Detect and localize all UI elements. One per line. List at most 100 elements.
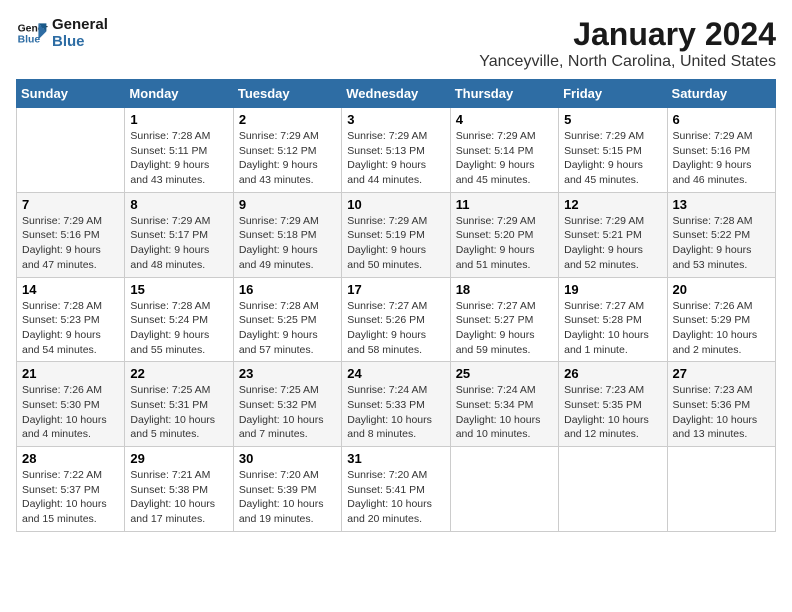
day-number: 21 <box>22 366 119 381</box>
day-number: 1 <box>130 112 227 127</box>
logo-line1: General <box>52 16 108 33</box>
day-cell: 28 Sunrise: 7:22 AM Sunset: 5:37 PM Dayli… <box>17 447 125 532</box>
day-number: 6 <box>673 112 770 127</box>
day-number: 18 <box>456 282 553 297</box>
day-cell: 4Sunrise: 7:29 AM Sunset: 5:14 PM Daylig… <box>450 108 558 193</box>
day-cell <box>667 447 775 532</box>
day-number: 24 <box>347 366 444 381</box>
day-info: Sunrise: 7:25 AM Sunset: 5:31 PM Dayligh… <box>130 383 227 442</box>
day-cell: 20 Sunrise: 7:26 AM Sunset: 5:29 PM Dayli… <box>667 277 775 362</box>
day-number: 14 <box>22 282 119 297</box>
day-info: Sunrise: 7:28 AM Sunset: 5:11 PM Dayligh… <box>130 129 227 188</box>
day-cell: 10Sunrise: 7:29 AM Sunset: 5:19 PM Dayli… <box>342 192 450 277</box>
day-number: 16 <box>239 282 336 297</box>
day-number: 4 <box>456 112 553 127</box>
day-number: 28 <box>22 451 119 466</box>
day-info: Sunrise: 7:20 AM Sunset: 5:39 PM Dayligh… <box>239 468 336 527</box>
day-number: 25 <box>456 366 553 381</box>
day-info: Sunrise: 7:28 AM Sunset: 5:24 PM Dayligh… <box>130 299 227 358</box>
day-info: Sunrise: 7:28 AM Sunset: 5:25 PM Dayligh… <box>239 299 336 358</box>
day-info: Sunrise: 7:29 AM Sunset: 5:16 PM Dayligh… <box>673 129 770 188</box>
title-block: January 2024 Yanceyville, North Carolina… <box>479 16 776 71</box>
day-cell: 22 Sunrise: 7:25 AM Sunset: 5:31 PM Dayli… <box>125 362 233 447</box>
day-number: 11 <box>456 197 553 212</box>
day-cell: 2 Sunrise: 7:29 AM Sunset: 5:12 PM Daylig… <box>233 108 341 193</box>
day-cell: 5 Sunrise: 7:29 AM Sunset: 5:15 PM Daylig… <box>559 108 667 193</box>
day-number: 31 <box>347 451 444 466</box>
day-number: 17 <box>347 282 444 297</box>
day-cell: 11 Sunrise: 7:29 AM Sunset: 5:20 PM Dayli… <box>450 192 558 277</box>
day-number: 2 <box>239 112 336 127</box>
day-info: Sunrise: 7:28 AM Sunset: 5:22 PM Dayligh… <box>673 214 770 273</box>
day-cell: 18Sunrise: 7:27 AM Sunset: 5:27 PM Dayli… <box>450 277 558 362</box>
header-cell-monday: Monday <box>125 80 233 108</box>
day-cell: 27 Sunrise: 7:23 AM Sunset: 5:36 PM Dayli… <box>667 362 775 447</box>
week-row-5: 28 Sunrise: 7:22 AM Sunset: 5:37 PM Dayli… <box>17 447 776 532</box>
week-row-4: 21Sunrise: 7:26 AM Sunset: 5:30 PM Dayli… <box>17 362 776 447</box>
day-cell: 16 Sunrise: 7:28 AM Sunset: 5:25 PM Dayli… <box>233 277 341 362</box>
day-info: Sunrise: 7:25 AM Sunset: 5:32 PM Dayligh… <box>239 383 336 442</box>
day-number: 20 <box>673 282 770 297</box>
subtitle: Yanceyville, North Carolina, United Stat… <box>479 53 776 71</box>
day-cell: 26Sunrise: 7:23 AM Sunset: 5:35 PM Dayli… <box>559 362 667 447</box>
day-info: Sunrise: 7:29 AM Sunset: 5:21 PM Dayligh… <box>564 214 661 273</box>
day-number: 22 <box>130 366 227 381</box>
day-cell: 7Sunrise: 7:29 AM Sunset: 5:16 PM Daylig… <box>17 192 125 277</box>
day-info: Sunrise: 7:29 AM Sunset: 5:13 PM Dayligh… <box>347 129 444 188</box>
day-info: Sunrise: 7:29 AM Sunset: 5:20 PM Dayligh… <box>456 214 553 273</box>
week-row-2: 7Sunrise: 7:29 AM Sunset: 5:16 PM Daylig… <box>17 192 776 277</box>
day-number: 30 <box>239 451 336 466</box>
day-info: Sunrise: 7:24 AM Sunset: 5:34 PM Dayligh… <box>456 383 553 442</box>
day-number: 26 <box>564 366 661 381</box>
day-cell <box>559 447 667 532</box>
calendar-body: 1 Sunrise: 7:28 AM Sunset: 5:11 PM Daylig… <box>17 108 776 532</box>
day-cell <box>450 447 558 532</box>
day-cell: 30 Sunrise: 7:20 AM Sunset: 5:39 PM Dayli… <box>233 447 341 532</box>
day-info: Sunrise: 7:29 AM Sunset: 5:18 PM Dayligh… <box>239 214 336 273</box>
page-header: General Blue General Blue January 2024 Y… <box>16 16 776 71</box>
day-info: Sunrise: 7:27 AM Sunset: 5:26 PM Dayligh… <box>347 299 444 358</box>
logo: General Blue General Blue <box>16 16 108 50</box>
day-number: 7 <box>22 197 119 212</box>
day-cell <box>17 108 125 193</box>
day-cell: 31 Sunrise: 7:20 AM Sunset: 5:41 PM Dayli… <box>342 447 450 532</box>
main-title: January 2024 <box>479 16 776 53</box>
day-cell: 29 Sunrise: 7:21 AM Sunset: 5:38 PM Dayli… <box>125 447 233 532</box>
day-cell: 14 Sunrise: 7:28 AM Sunset: 5:23 PM Dayli… <box>17 277 125 362</box>
day-cell: 24 Sunrise: 7:24 AM Sunset: 5:33 PM Dayli… <box>342 362 450 447</box>
logo-line2: Blue <box>52 33 108 50</box>
day-cell: 25 Sunrise: 7:24 AM Sunset: 5:34 PM Dayli… <box>450 362 558 447</box>
day-cell: 9 Sunrise: 7:29 AM Sunset: 5:18 PM Daylig… <box>233 192 341 277</box>
day-cell: 15 Sunrise: 7:28 AM Sunset: 5:24 PM Dayli… <box>125 277 233 362</box>
header-cell-saturday: Saturday <box>667 80 775 108</box>
day-info: Sunrise: 7:20 AM Sunset: 5:41 PM Dayligh… <box>347 468 444 527</box>
day-cell: 19Sunrise: 7:27 AM Sunset: 5:28 PM Dayli… <box>559 277 667 362</box>
day-number: 5 <box>564 112 661 127</box>
day-number: 27 <box>673 366 770 381</box>
day-info: Sunrise: 7:27 AM Sunset: 5:28 PM Dayligh… <box>564 299 661 358</box>
day-info: Sunrise: 7:29 AM Sunset: 5:17 PM Dayligh… <box>130 214 227 273</box>
day-info: Sunrise: 7:22 AM Sunset: 5:37 PM Dayligh… <box>22 468 119 527</box>
day-info: Sunrise: 7:26 AM Sunset: 5:29 PM Dayligh… <box>673 299 770 358</box>
day-info: Sunrise: 7:29 AM Sunset: 5:15 PM Dayligh… <box>564 129 661 188</box>
day-info: Sunrise: 7:28 AM Sunset: 5:23 PM Dayligh… <box>22 299 119 358</box>
day-info: Sunrise: 7:23 AM Sunset: 5:36 PM Dayligh… <box>673 383 770 442</box>
day-number: 12 <box>564 197 661 212</box>
day-number: 29 <box>130 451 227 466</box>
day-cell: 23 Sunrise: 7:25 AM Sunset: 5:32 PM Dayli… <box>233 362 341 447</box>
header-cell-tuesday: Tuesday <box>233 80 341 108</box>
week-row-3: 14 Sunrise: 7:28 AM Sunset: 5:23 PM Dayli… <box>17 277 776 362</box>
day-info: Sunrise: 7:24 AM Sunset: 5:33 PM Dayligh… <box>347 383 444 442</box>
calendar-table: SundayMondayTuesdayWednesdayThursdayFrid… <box>16 79 776 532</box>
week-row-1: 1 Sunrise: 7:28 AM Sunset: 5:11 PM Daylig… <box>17 108 776 193</box>
header-cell-wednesday: Wednesday <box>342 80 450 108</box>
day-number: 15 <box>130 282 227 297</box>
day-cell: 3Sunrise: 7:29 AM Sunset: 5:13 PM Daylig… <box>342 108 450 193</box>
day-info: Sunrise: 7:21 AM Sunset: 5:38 PM Dayligh… <box>130 468 227 527</box>
calendar-header-row: SundayMondayTuesdayWednesdayThursdayFrid… <box>17 80 776 108</box>
logo-icon: General Blue <box>16 17 48 49</box>
day-info: Sunrise: 7:29 AM Sunset: 5:12 PM Dayligh… <box>239 129 336 188</box>
day-number: 23 <box>239 366 336 381</box>
day-number: 8 <box>130 197 227 212</box>
day-number: 9 <box>239 197 336 212</box>
